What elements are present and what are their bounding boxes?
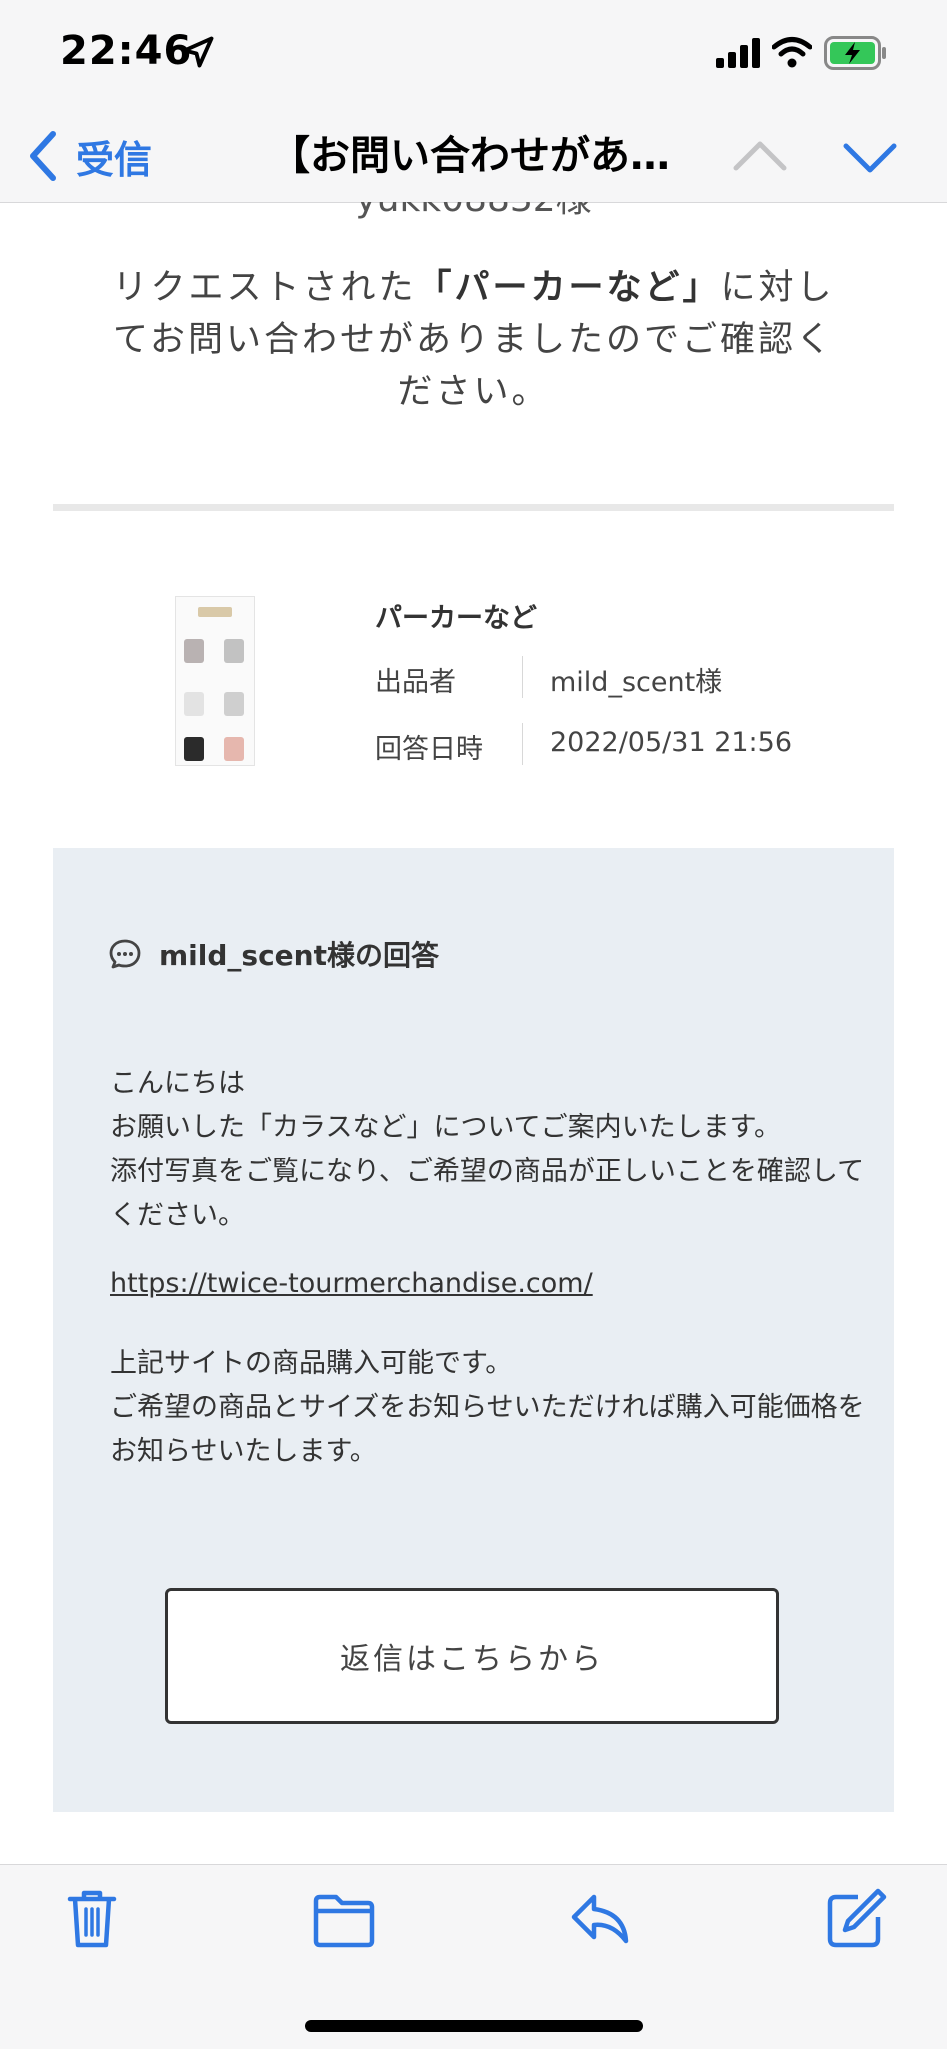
answer-line: こんにちは <box>110 1068 245 1099</box>
chevron-left-icon <box>30 131 56 181</box>
home-indicator[interactable] <box>305 2020 643 2032</box>
email-subject-title: 【お問い合わせがあ… <box>270 133 670 179</box>
back-label: 受信 <box>76 137 153 182</box>
battery-charging-icon <box>824 36 886 70</box>
reply-here-button[interactable]: 返信はこちらから <box>165 1588 779 1724</box>
date-label: 回答日時 <box>375 734 483 765</box>
chat-bubble-icon <box>109 939 141 969</box>
item-thumbnail[interactable] <box>175 596 255 766</box>
request-message-text: リクエストされた <box>112 268 417 308</box>
seller-value: mild_scent様 <box>550 667 723 698</box>
wifi-icon <box>772 37 812 68</box>
reply-icon[interactable] <box>568 1887 632 1951</box>
nav-bar: 受信 【お問い合わせがあ… <box>0 110 947 203</box>
next-message-button[interactable] <box>842 128 898 184</box>
info-separator <box>522 656 523 698</box>
back-button[interactable]: 受信 <box>28 124 152 188</box>
answer-note-line: 上記サイトの商品購入可能です。 <box>110 1348 513 1379</box>
folder-icon[interactable] <box>312 1887 376 1951</box>
seller-label: 出品者 <box>375 667 456 698</box>
answer-body: こんにちは お願いした「カラスなど」についてご案内いたします。 添付写真をご覧に… <box>110 1062 870 1238</box>
merchandise-link[interactable]: https://twice-tourmerchandise.com/ <box>110 1268 593 1299</box>
item-title: パーカーなど <box>375 603 537 634</box>
status-bar: 22:46 <box>0 0 947 110</box>
date-value: 2022/05/31 21:56 <box>550 727 793 758</box>
compose-icon[interactable] <box>824 1887 888 1951</box>
bottom-toolbar <box>0 1864 947 2049</box>
answer-heading: mild_scent様の回答 <box>159 939 439 972</box>
previous-message-button[interactable] <box>732 128 788 184</box>
trash-icon[interactable] <box>64 1887 120 1951</box>
answer-line: お願いした「カラスなど」についてご案内いたします。 <box>110 1112 781 1143</box>
answer-line: 添付写真をご覧になり、ご希望の商品が正しいことを確認してください。 <box>110 1156 865 1231</box>
answer-box: mild_scent様の回答 こんにちは お願いした「カラスなど」についてご案内… <box>53 848 894 1812</box>
divider <box>53 504 894 511</box>
location-arrow-icon <box>182 36 214 68</box>
request-message: リクエストされた「パーカーなど」に対してお問い合わせがありましたのでご確認くださ… <box>100 262 847 418</box>
answer-note-line: ご希望の商品とサイズをお知らせいただければ購入可能価格をお知らせいたします。 <box>110 1392 865 1467</box>
cellular-signal-icon <box>716 38 760 68</box>
answer-note: 上記サイトの商品購入可能です。 ご希望の商品とサイズをお知らせいただければ購入可… <box>110 1342 870 1474</box>
status-time: 22:46 <box>60 28 193 74</box>
info-separator <box>522 723 523 765</box>
request-item-name: 「パーカーなど」 <box>416 268 721 308</box>
